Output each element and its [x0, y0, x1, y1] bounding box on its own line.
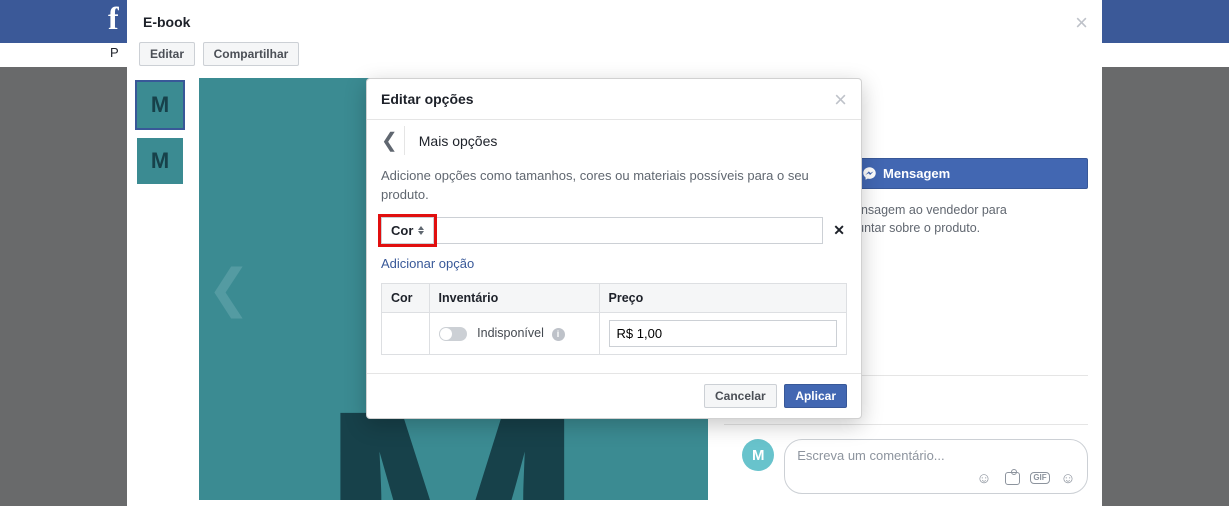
thumbnail-list: M M: [137, 78, 189, 500]
comment-placeholder: Escreva um comentário...: [797, 448, 944, 463]
cell-inventario: Indisponível i: [429, 312, 599, 354]
info-icon[interactable]: i: [552, 328, 565, 341]
sticker-icon[interactable]: ☺: [1059, 469, 1077, 487]
modal-footer: Cancelar Aplicar: [367, 373, 861, 418]
prev-arrow-icon[interactable]: ❮: [207, 259, 241, 319]
panel-toolbar: Editar Compartilhar: [127, 38, 1102, 78]
remove-option-button[interactable]: ✕: [823, 217, 847, 244]
table-row: Indisponível i: [382, 312, 847, 354]
option-value-input[interactable]: [434, 217, 823, 244]
modal-breadcrumb: ❮ Mais opções: [367, 120, 861, 165]
close-icon[interactable]: ×: [1075, 12, 1088, 34]
option-type-label: Cor: [391, 223, 413, 238]
comment-row: M Escreva um comentário... ☺ GIF ☺: [724, 439, 1088, 494]
panel-title: E-book: [143, 14, 1086, 30]
fb-logo: f: [108, 0, 119, 37]
sort-carets-icon: [418, 226, 424, 235]
cell-preco: [599, 312, 846, 354]
modal-description: Adicione opções como tamanhos, cores ou …: [367, 165, 861, 217]
modal-header: Editar opções ×: [367, 79, 861, 120]
message-button-label: Mensagem: [883, 166, 950, 181]
table-header-row: Cor Inventário Preço: [382, 283, 847, 312]
cell-cor: [382, 312, 430, 354]
thumbnail-1[interactable]: M: [137, 82, 183, 128]
messenger-icon: [862, 166, 877, 181]
breadcrumb-text: Mais opções: [419, 133, 498, 149]
col-inventario: Inventário: [429, 283, 599, 312]
add-option-link[interactable]: Adicionar opção: [367, 248, 488, 283]
cancel-button[interactable]: Cancelar: [704, 384, 777, 408]
col-preco: Preço: [599, 283, 846, 312]
options-table: Cor Inventário Preço Indisponível i: [381, 283, 847, 355]
modal-title: Editar opções: [381, 91, 474, 107]
option-row: Cor ✕: [367, 217, 861, 248]
option-type-select[interactable]: Cor: [381, 217, 434, 244]
share-button[interactable]: Compartilhar: [203, 42, 300, 66]
comment-input[interactable]: Escreva um comentário... ☺ GIF ☺: [784, 439, 1088, 494]
edit-button[interactable]: Editar: [139, 42, 195, 66]
modal-close-icon[interactable]: ×: [834, 89, 847, 111]
emoji-icon[interactable]: ☺: [975, 469, 993, 487]
thumbnail-2[interactable]: M: [137, 138, 183, 184]
camera-icon[interactable]: [1003, 469, 1021, 487]
back-chevron-icon[interactable]: ❮: [379, 126, 405, 155]
col-cor: Cor: [382, 283, 430, 312]
panel-header: E-book ×: [127, 0, 1102, 38]
price-input[interactable]: [609, 320, 837, 347]
divider: [724, 424, 1088, 425]
page-letter: P: [110, 45, 119, 60]
apply-button[interactable]: Aplicar: [784, 384, 847, 408]
avatar: M: [742, 439, 774, 471]
edit-options-modal: Editar opções × ❮ Mais opções Adicione o…: [366, 78, 862, 419]
availability-label: Indisponível: [477, 326, 544, 340]
gif-icon[interactable]: GIF: [1031, 469, 1049, 487]
availability-toggle[interactable]: [439, 327, 467, 341]
comment-icons: ☺ GIF ☺: [975, 469, 1077, 487]
